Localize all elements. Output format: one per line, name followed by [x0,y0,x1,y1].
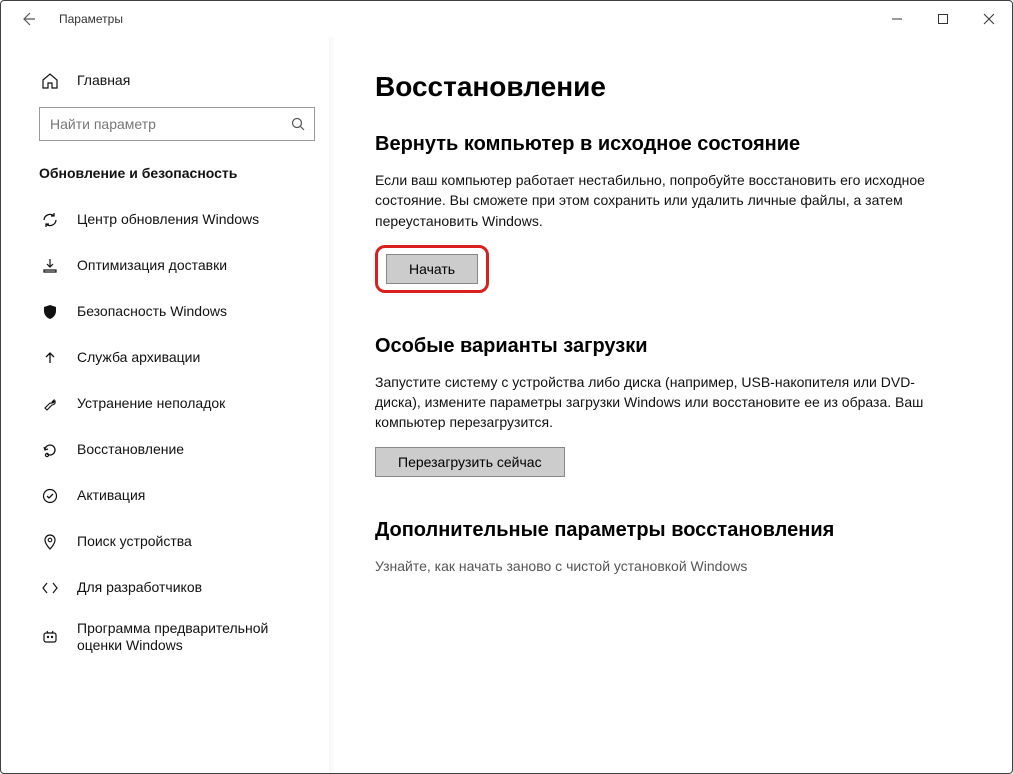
sidebar-item-windows-update[interactable]: Центр обновления Windows [1,197,329,243]
main-panel: Восстановление Вернуть компьютер в исход… [329,37,1012,773]
backup-icon [41,349,59,367]
titlebar-title: Параметры [59,12,123,26]
more-recovery-heading: Дополнительные параметры восстановления [375,519,935,542]
sidebar: Главная Обновление и безопасность Центр … [1,37,329,773]
advanced-startup-body: Запустите систему с устройства либо диск… [375,372,935,433]
maximize-button[interactable] [920,1,966,37]
titlebar: Параметры [1,1,1012,37]
wrench-icon [41,395,59,413]
sidebar-item-find-my-device[interactable]: Поиск устройства [1,519,329,565]
highlight-ring: Начать [375,245,489,293]
sidebar-item-recovery[interactable]: Восстановление [1,427,329,473]
section-advanced-startup: Особые варианты загрузки Запустите систе… [375,335,935,477]
sidebar-item-insider[interactable]: Программа предварительной оценки Windows [1,611,329,663]
search-icon [290,116,306,132]
advanced-startup-heading: Особые варианты загрузки [375,335,935,358]
sidebar-home[interactable]: Главная [1,61,329,101]
section-more-recovery: Дополнительные параметры восстановления … [375,519,935,576]
more-recovery-link[interactable]: Узнайте, как начать заново с чистой уста… [375,556,935,576]
recovery-icon [41,441,59,459]
sidebar-item-label: Восстановление [77,441,184,459]
page-title: Восстановление [375,71,972,103]
developers-icon [41,579,59,597]
search-input-wrap[interactable] [39,107,315,141]
search-input[interactable] [50,116,290,132]
sidebar-item-troubleshoot[interactable]: Устранение неполадок [1,381,329,427]
sidebar-item-backup[interactable]: Служба архивации [1,335,329,381]
window-controls [874,1,1012,37]
sidebar-home-label: Главная [77,72,130,90]
sidebar-item-label: Безопасность Windows [77,303,227,321]
activation-icon [41,487,59,505]
minimize-icon [891,13,903,25]
sidebar-item-for-developers[interactable]: Для разработчиков [1,565,329,611]
home-icon [41,72,59,90]
sidebar-item-label: Для разработчиков [77,579,202,597]
reset-start-button[interactable]: Начать [386,254,478,284]
minimize-button[interactable] [874,1,920,37]
sidebar-category: Обновление и безопасность [1,157,329,197]
close-icon [983,13,995,25]
shield-icon [41,303,59,321]
reset-heading: Вернуть компьютер в исходное состояние [375,133,935,156]
sidebar-item-label: Оптимизация доставки [77,257,227,275]
sidebar-item-activation[interactable]: Активация [1,473,329,519]
location-icon [41,533,59,551]
arrow-left-icon [20,11,36,27]
close-button[interactable] [966,1,1012,37]
sidebar-item-label: Поиск устройства [77,533,192,551]
update-icon [41,211,59,229]
sidebar-item-label: Устранение неполадок [77,395,225,413]
sidebar-item-delivery-optimization[interactable]: Оптимизация доставки [1,243,329,289]
sidebar-item-windows-security[interactable]: Безопасность Windows [1,289,329,335]
sidebar-item-label: Активация [77,487,145,505]
insider-icon [41,628,59,646]
back-button[interactable] [15,6,41,32]
section-reset: Вернуть компьютер в исходное состояние Е… [375,133,935,293]
reset-body: Если ваш компьютер работает нестабильно,… [375,170,935,231]
restart-now-button[interactable]: Перезагрузить сейчас [375,447,565,477]
sidebar-item-label: Центр обновления Windows [77,211,259,229]
delivery-icon [41,257,59,275]
content: Главная Обновление и безопасность Центр … [1,37,1012,773]
maximize-icon [937,13,949,25]
sidebar-item-label: Программа предварительной оценки Windows [77,620,297,655]
sidebar-item-label: Служба архивации [77,349,200,367]
settings-window: Параметры Главная [0,0,1013,774]
